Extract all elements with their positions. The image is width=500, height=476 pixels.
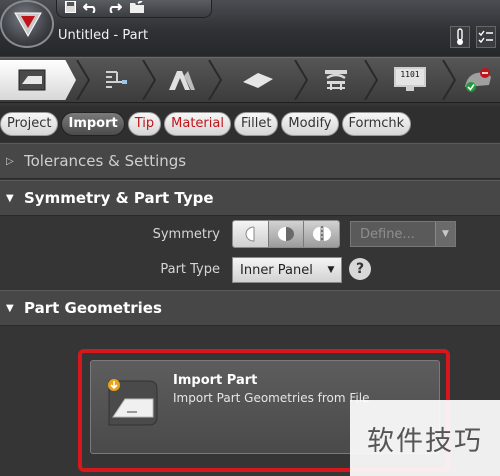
application-menu-button[interactable] [0,0,54,48]
ribbon-tab-fixture[interactable] [90,60,142,100]
title-bar: Untitled - Part [0,0,500,56]
expand-arrow-icon: ▷ [6,155,14,167]
define-select-value: Define... [360,226,415,242]
help-icon[interactable]: ? [349,258,371,280]
section-title: Symmetry & Part Type [24,189,214,207]
ribbon-tab-part[interactable] [0,60,76,100]
app-logo-icon [14,12,42,37]
process-ribbon: 1101 [0,57,500,103]
ribbon-separator [294,60,308,100]
half-symmetry-icon [278,227,294,241]
chevron-down-icon: ▼ [435,222,455,246]
step-import[interactable]: Import [61,112,125,136]
watermark: 软件技巧 [350,400,500,476]
ribbon-separator [208,60,222,100]
symmetry-toggle-group [232,220,340,248]
part-sheet-icon [18,69,46,91]
ribbon-separator [364,60,378,100]
stamping-die-icon [169,71,195,90]
monitor-binary-icon: 1101 [394,67,426,93]
blank-sheet-icon [243,73,273,88]
symmetry-label: Symmetry [152,227,220,242]
step-modify[interactable]: Modify [281,112,339,136]
import-part-description: Import Part Geometries from File [173,391,370,405]
step-project[interactable]: Project [0,112,59,136]
window-title: Untitled - Part [58,28,149,43]
checklist-icon[interactable] [476,26,496,48]
section-title: Tolerances & Settings [24,152,187,170]
section-title: Part Geometries [24,299,162,317]
section-symmetry-part-type[interactable]: ▼ Symmetry & Part Type [0,180,500,216]
import-part-title: Import Part [173,373,258,388]
fixture-icon [106,71,127,88]
section-part-geometries[interactable]: ▼ Part Geometries [0,290,500,326]
ribbon-separator [76,60,90,100]
symmetry-define-select[interactable]: Define... ▼ [350,221,456,247]
chevron-down-icon: ▼ [327,265,335,275]
results-icon [465,68,491,92]
press-icon [325,70,347,90]
save-icon[interactable] [65,1,76,16]
ribbon-tab-simulation[interactable]: 1101 [378,60,442,100]
step-formchk[interactable]: Formchk [341,112,412,136]
step-fillet[interactable]: Fillet [233,112,279,136]
part-type-label: Part Type [160,262,220,277]
step-tip[interactable]: Tip [127,112,162,136]
thermometer-icon[interactable] [450,26,470,48]
ribbon-separator [442,60,456,100]
none-symmetry-icon [245,226,255,242]
step-material[interactable]: Material [164,112,231,136]
half-symmetry-button[interactable] [268,221,305,247]
import-part-icon [108,379,158,426]
redo-icon[interactable] [106,1,123,16]
quick-access-toolbar [56,0,212,18]
undo-icon[interactable] [82,1,99,16]
ribbon-tab-results[interactable] [456,60,500,100]
collapse-arrow-icon: ▼ [6,302,14,314]
mirror-symmetry-icon [312,226,331,242]
collapse-arrow-icon: ▼ [6,192,14,204]
part-type-select[interactable]: Inner Panel ▼ [232,257,342,283]
open-icon[interactable] [129,0,145,17]
ribbon-tab-press[interactable] [308,60,364,100]
mirror-symmetry-button[interactable] [304,221,339,247]
part-type-value: Inner Panel [240,262,313,278]
ribbon-separator [142,60,156,100]
ribbon-tab-blank[interactable] [222,60,294,100]
step-bar: Project Import Tip Material Fillet Modif… [0,106,500,142]
ribbon-tab-die-face[interactable] [156,60,208,100]
section-tolerances-settings[interactable]: ▷ Tolerances & Settings [0,143,500,179]
none-symmetry-button[interactable] [233,221,269,247]
